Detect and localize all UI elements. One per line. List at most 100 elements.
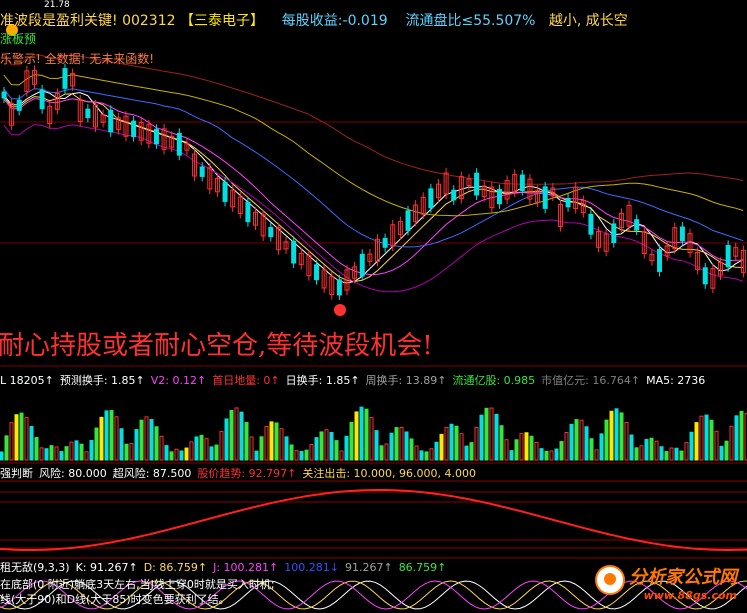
watermark-url: www.88gs.com: [643, 589, 737, 602]
volume-bar: [319, 431, 324, 461]
volume-bar: [224, 418, 229, 461]
ma-line: [3, 88, 744, 248]
volume-bar: [49, 445, 54, 461]
candle-body: [474, 172, 480, 196]
volume-bar: [244, 421, 249, 461]
volume-bar: [219, 430, 224, 461]
volume-bar: [399, 427, 404, 461]
volume-bar: [699, 415, 704, 461]
volume-bar: [84, 451, 89, 461]
volume-bar: [614, 408, 619, 461]
volume-bar: [154, 426, 159, 461]
candle-body: [359, 253, 365, 277]
risk-line: [0, 489, 747, 551]
volume-bar: [484, 407, 489, 461]
volume-bar: [304, 449, 309, 461]
volume-bar: [424, 451, 429, 461]
volume-bar: [209, 446, 214, 461]
volume-bar: [269, 421, 274, 461]
candle-body: [496, 188, 502, 205]
volume-bar: [579, 419, 584, 461]
riskbar-item: 强判断: [0, 467, 33, 480]
float-ratio-label: 流通盘比≤55.507%: [405, 13, 536, 29]
volume-bar: [439, 433, 444, 461]
kdjbar-item: K: 91.267↑: [75, 561, 138, 574]
volume-bar: [704, 414, 709, 461]
candle-body: [176, 132, 182, 156]
volume-bar: [54, 446, 59, 461]
header-tail: 越小, 成长空: [548, 13, 628, 29]
volume-bar: [474, 426, 479, 461]
ma-line: [3, 98, 744, 276]
volume-bar: [739, 410, 744, 461]
volume-bar: [444, 427, 449, 461]
volume-bar: [169, 451, 174, 461]
candle-body: [405, 210, 411, 231]
candle-body: [85, 108, 91, 119]
candle-body: [314, 264, 320, 281]
volume-bar: [714, 430, 719, 461]
volume-bar: [299, 450, 304, 461]
volume-bar: [14, 414, 19, 461]
volume-bar: [409, 438, 414, 461]
volume-bar: [644, 439, 649, 461]
volume-bar: [44, 448, 49, 461]
volume-bar: [194, 436, 199, 461]
kdjbar-item: D: 86.759↑: [143, 561, 208, 574]
note-line-1: 在底部(0 附近)躺底3天左右,当J线上穿0时就是买入时机;: [0, 578, 275, 591]
volume-bar: [379, 445, 384, 461]
volume-bar: [464, 445, 469, 461]
candle-body: [245, 201, 251, 223]
kdjbar-item: 91.267↑: [344, 561, 393, 574]
candle-body: [39, 89, 45, 110]
volbar-item: 周换手: 13.89↑: [365, 374, 447, 387]
volume-bar: [499, 425, 504, 461]
volume-bar: [104, 410, 109, 461]
volume-bar: [324, 429, 329, 461]
volume-bar: [0, 451, 4, 461]
riskbar-item: 风险: 80.000: [39, 467, 107, 480]
volume-bar: [664, 451, 669, 461]
note-line-2: 线(大于90)和D线(大于85)时变色要获利了结。: [0, 593, 230, 606]
candle-body: [199, 166, 205, 177]
volume-bar: [29, 426, 34, 461]
volume-bar: [279, 428, 284, 461]
volume-bar: [64, 446, 69, 461]
volume-bar: [539, 448, 544, 461]
volume-bar: [634, 447, 639, 461]
volume-bar: [544, 450, 549, 461]
volume-bar: [524, 432, 529, 461]
candle-body: [634, 219, 640, 231]
volume-bar: [124, 443, 129, 461]
volume-bar: [734, 415, 739, 461]
volume-bar: [79, 443, 84, 461]
volume-bars: [0, 406, 747, 461]
volume-bar: [239, 411, 244, 461]
volume-bar: [349, 421, 354, 461]
warning-label: 乐警示! 全数据! 无未来函数!: [0, 52, 155, 66]
volbar-item: MA5: 2736: [646, 374, 706, 387]
volume-bar: [629, 434, 634, 461]
candle-body: [1, 91, 7, 99]
volume-bar: [339, 450, 344, 461]
volume-bar: [519, 433, 524, 461]
volume-bar: [309, 444, 314, 461]
riskbar-item: 超风险: 87.500: [112, 467, 192, 480]
stock-chart-canvas: [0, 24, 747, 610]
volume-bar: [619, 412, 624, 461]
volume-bar: [144, 416, 149, 461]
stock-name: 【三泰电子】: [179, 13, 264, 29]
candle-body: [131, 120, 137, 137]
volume-bar: [609, 410, 614, 461]
volume-bar: [344, 435, 349, 461]
volume-bar: [549, 450, 554, 461]
volume-bar: [204, 438, 209, 461]
candle-body: [611, 223, 617, 244]
volume-bar: [669, 447, 674, 461]
volume-bar: [719, 445, 724, 461]
volbar-item: L 18205↑: [0, 374, 54, 387]
volume-bar: [679, 450, 684, 461]
volume-bar: [469, 442, 474, 461]
volume-bar: [214, 444, 219, 461]
volume-bar: [69, 441, 74, 461]
